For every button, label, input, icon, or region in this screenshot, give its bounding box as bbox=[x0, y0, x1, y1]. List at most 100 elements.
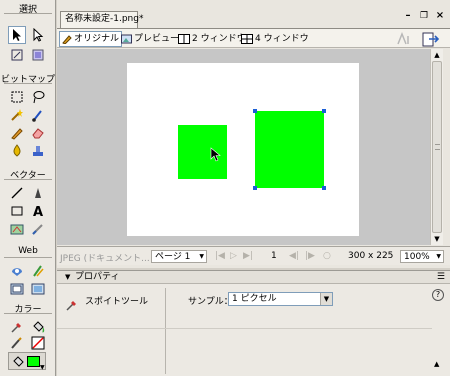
properties-panel: スポイトツール サンプル： 1 ピクセル ▼ ? ▲ bbox=[57, 284, 450, 376]
divider bbox=[165, 288, 166, 374]
brush-tool[interactable] bbox=[29, 106, 47, 124]
rectangle-tool[interactable] bbox=[8, 202, 26, 220]
scroll-up-arrow[interactable]: ▲ bbox=[432, 50, 442, 60]
tools-panel: 選択 ビットマップ ベクター A Web カラー ▼ bbox=[0, 0, 56, 376]
pencil-icon bbox=[62, 35, 72, 44]
freeform-icon bbox=[10, 224, 24, 235]
two-up-icon bbox=[178, 34, 190, 44]
properties-panel-header[interactable]: ▼ プロパティ ☰ bbox=[57, 270, 450, 284]
selection-handle[interactable] bbox=[322, 186, 326, 190]
divider bbox=[4, 13, 52, 14]
hide-slices-button[interactable] bbox=[8, 280, 26, 298]
image-size-readout[interactable]: 300 x 225 bbox=[348, 251, 393, 261]
page-dropdown[interactable]: ページ 1 ▼ bbox=[151, 250, 207, 263]
next-frame-button[interactable]: |▶ bbox=[305, 251, 315, 261]
green-rectangle-selected[interactable] bbox=[255, 111, 324, 188]
eyedropper-icon bbox=[66, 301, 76, 311]
view-original-button[interactable]: オリジナル bbox=[59, 31, 123, 47]
quick-export-icon bbox=[397, 32, 409, 45]
divider bbox=[4, 257, 52, 258]
document-tab[interactable]: 名称未設定-1.png* bbox=[60, 11, 143, 28]
export-icon bbox=[422, 32, 440, 46]
magic-wand-tool[interactable] bbox=[8, 106, 26, 124]
no-color-icon bbox=[31, 336, 45, 350]
crop-icon bbox=[32, 49, 44, 61]
close-button[interactable]: × bbox=[434, 10, 446, 22]
expand-arrow-icon[interactable]: ▲ bbox=[434, 360, 439, 368]
show-slices-icon bbox=[31, 283, 45, 295]
panel-options-icon[interactable]: ☰ bbox=[437, 271, 445, 284]
svg-text:A: A bbox=[33, 205, 43, 218]
preview-icon bbox=[121, 34, 132, 44]
document-canvas[interactable] bbox=[127, 63, 359, 236]
chevron-down-icon: ▼ bbox=[320, 293, 332, 305]
eraser-icon bbox=[32, 128, 44, 139]
restore-button[interactable]: ❐ bbox=[418, 10, 430, 22]
knife-icon bbox=[32, 224, 43, 235]
selection-handle[interactable] bbox=[322, 109, 326, 113]
subselect-tool[interactable] bbox=[29, 26, 47, 44]
hotspot-icon bbox=[12, 268, 22, 276]
text-tool[interactable]: A bbox=[29, 202, 47, 220]
pencil-icon bbox=[11, 128, 23, 140]
rectangle-icon bbox=[11, 206, 23, 216]
fill-color-well[interactable]: ▼ bbox=[8, 352, 46, 371]
first-frame-button[interactable]: |◀ bbox=[215, 251, 225, 261]
subselect-arrow-icon bbox=[33, 28, 44, 42]
view-2up-button[interactable]: 2 ウィンドウ bbox=[176, 31, 248, 47]
selection-handle[interactable] bbox=[253, 186, 257, 190]
crop-tool[interactable] bbox=[29, 46, 47, 64]
view-4up-button[interactable]: 4 ウィンドウ bbox=[239, 31, 311, 47]
play-button[interactable]: ▷ bbox=[230, 251, 237, 261]
sample-size-dropdown[interactable]: 1 ピクセル ▼ bbox=[228, 292, 333, 306]
freeform-tool[interactable] bbox=[8, 220, 26, 238]
stroke-color-well[interactable] bbox=[8, 334, 26, 352]
rubber-stamp-tool[interactable] bbox=[29, 142, 47, 160]
lasso-tool[interactable] bbox=[29, 88, 47, 106]
hide-slices-icon bbox=[10, 283, 24, 295]
zoom-dropdown[interactable]: 100% ▼ bbox=[400, 250, 444, 263]
hotspot-tool[interactable] bbox=[8, 262, 26, 280]
prev-frame-button[interactable]: ◀| bbox=[289, 251, 299, 261]
paint-bucket-icon bbox=[33, 321, 45, 333]
divider bbox=[4, 313, 52, 314]
slice-tool[interactable] bbox=[29, 262, 47, 280]
tool-name-label: スポイトツール bbox=[85, 297, 149, 307]
blur-icon bbox=[13, 144, 21, 157]
blur-tool[interactable] bbox=[8, 142, 26, 160]
arrow-pointer-icon bbox=[13, 29, 21, 41]
fill-bucket-icon bbox=[13, 356, 24, 367]
pen-icon bbox=[35, 188, 41, 198]
pointer-tool[interactable] bbox=[8, 26, 26, 44]
eraser-tool[interactable] bbox=[29, 124, 47, 142]
last-frame-button[interactable]: ▶| bbox=[243, 251, 253, 261]
line-icon bbox=[11, 187, 23, 199]
current-frame-number: 1 bbox=[271, 251, 277, 261]
collapse-arrow-icon: ▼ bbox=[65, 273, 71, 281]
line-tool[interactable] bbox=[8, 184, 26, 202]
quick-export-disabled-button bbox=[394, 31, 414, 47]
scroll-down-arrow[interactable]: ▼ bbox=[432, 234, 442, 244]
knife-tool[interactable] bbox=[29, 220, 47, 238]
document-status-bar: JPEG (ドキュメント... ページ 1 ▼ |◀ ▷ ▶| 1 ◀| |▶ … bbox=[57, 246, 450, 265]
scale-tool[interactable] bbox=[8, 46, 26, 64]
help-icon[interactable]: ? bbox=[432, 289, 444, 301]
export-format-label: JPEG (ドキュメント... bbox=[60, 254, 150, 264]
fill-color-swatch[interactable] bbox=[27, 356, 40, 367]
scroll-thumb[interactable] bbox=[432, 61, 442, 233]
export-button[interactable] bbox=[420, 31, 442, 47]
minimize-button[interactable]: – bbox=[402, 10, 414, 22]
pencil-tool[interactable] bbox=[8, 124, 26, 142]
divider bbox=[57, 328, 432, 329]
vertical-scrollbar[interactable]: ▲ ▼ bbox=[430, 49, 443, 245]
marquee-tool[interactable] bbox=[8, 88, 26, 106]
pen-tool[interactable] bbox=[29, 184, 47, 202]
loop-button[interactable]: ○ bbox=[323, 251, 331, 261]
stroke-none-swatch[interactable] bbox=[29, 334, 47, 352]
marquee-icon bbox=[11, 91, 23, 103]
selection-handle[interactable] bbox=[253, 109, 257, 113]
brush-icon bbox=[32, 110, 42, 122]
view-preview-button[interactable]: プレビュー bbox=[119, 31, 181, 47]
tools-section-web-label: Web bbox=[18, 246, 38, 256]
show-slices-button[interactable] bbox=[29, 280, 47, 298]
